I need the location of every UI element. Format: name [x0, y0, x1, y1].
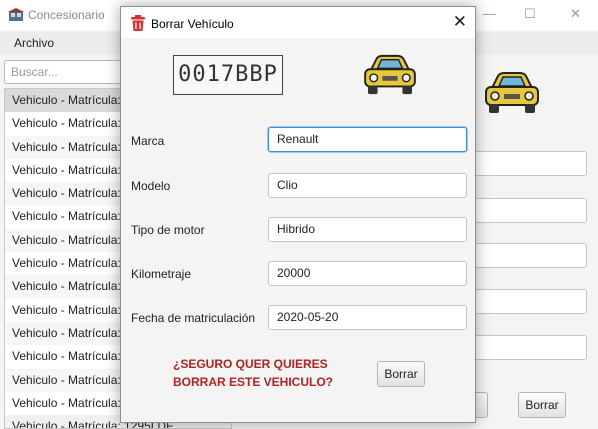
tipo-motor-field[interactable]: Hibrido: [268, 217, 467, 242]
marca-label: Marca: [131, 134, 165, 148]
close-window-icon[interactable]: ✕: [570, 6, 581, 22]
marca-field[interactable]: Renault: [268, 127, 467, 152]
borrar-vehiculo-dialog: Borrar Vehículo ✕ 0017BBP Marca Renault …: [120, 6, 476, 423]
tipo-motor-label: Tipo de motor: [131, 223, 205, 237]
fecha-matriculacion-field[interactable]: 2020-05-20: [268, 305, 467, 330]
bg-field[interactable]: [474, 198, 587, 223]
borrar-button[interactable]: Borrar: [377, 361, 425, 387]
kilometraje-field[interactable]: 20000: [268, 261, 467, 286]
trash-icon: [131, 15, 145, 31]
modelo-label: Modelo: [131, 179, 171, 193]
dialog-titlebar: Borrar Vehículo ✕: [121, 7, 475, 38]
bg-borrar-button[interactable]: Borrar: [518, 392, 566, 418]
modelo-field[interactable]: Clio: [268, 173, 467, 198]
license-plate: 0017BBP: [173, 55, 283, 95]
warning-line-2: BORRAR ESTE VEHICULO?: [173, 375, 334, 389]
bg-field[interactable]: [474, 243, 587, 268]
car-icon: [364, 54, 416, 95]
dialog-title: Borrar Vehículo: [151, 17, 234, 31]
main-window-title: Concesionario: [28, 8, 105, 22]
car-icon: [485, 72, 539, 113]
warning-line-1: ¿SEGURO QUER QUIERES: [173, 357, 328, 371]
bg-field[interactable]: [474, 335, 587, 360]
delete-warning: ¿SEGURO QUER QUIERES BORRAR ESTE VEHICUL…: [173, 355, 363, 391]
close-icon[interactable]: ✕: [453, 12, 467, 32]
kilometraje-label: Kilometraje: [131, 267, 192, 281]
fecha-matriculacion-label: Fecha de matriculación: [131, 311, 256, 325]
bg-field[interactable]: [474, 289, 587, 314]
maximize-icon[interactable]: ☐: [524, 6, 536, 22]
app-icon: [8, 8, 24, 21]
menu-archivo[interactable]: Archivo: [14, 36, 54, 50]
bg-field[interactable]: [474, 151, 587, 176]
minimize-icon[interactable]: —: [483, 6, 496, 21]
